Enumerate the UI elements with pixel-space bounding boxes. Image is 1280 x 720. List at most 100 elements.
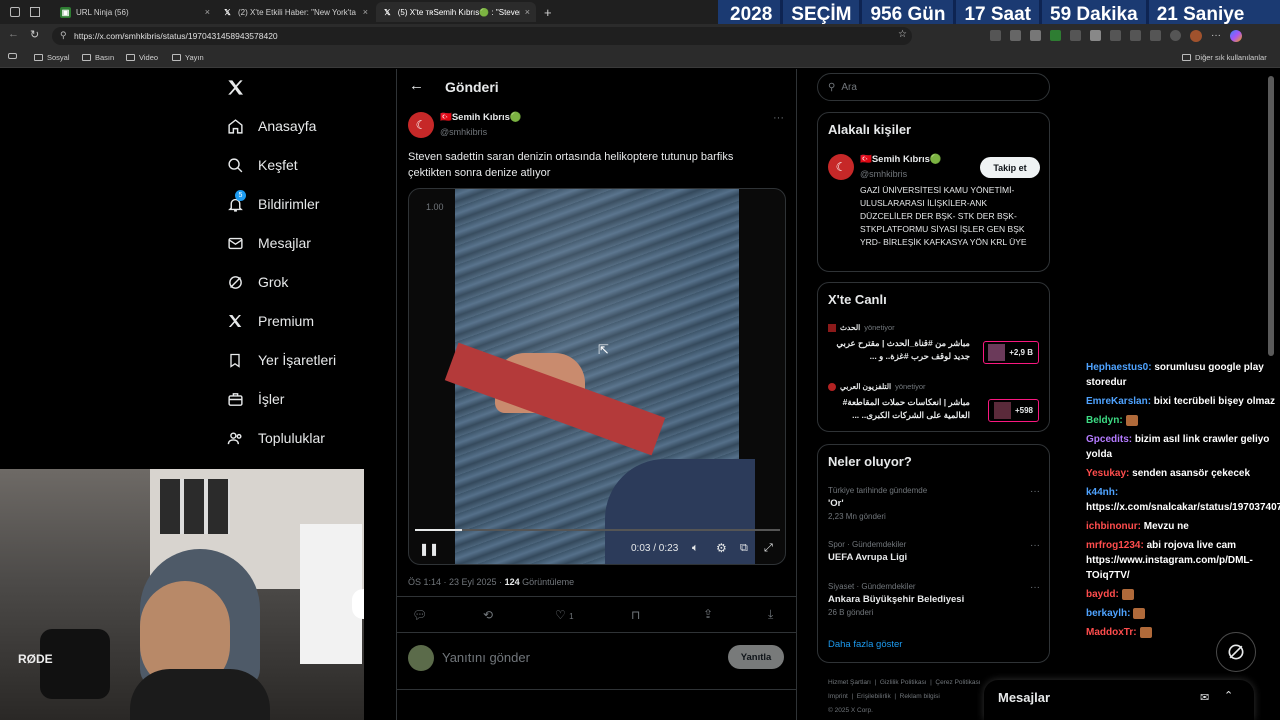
footer-link[interactable]: Imprint	[828, 693, 848, 700]
site-info-icon[interactable]: ⚲	[60, 30, 67, 41]
notification-badge: 5	[235, 190, 246, 201]
extension-icon[interactable]	[990, 30, 1001, 41]
more-options-icon[interactable]: ···	[773, 112, 784, 124]
extension-icon[interactable]	[1030, 30, 1041, 41]
trend-item[interactable]: Türkiye tarihinde gündemde 'Or' 2,23 Mn …	[828, 486, 1040, 521]
tab-x-etkili-haber[interactable]: 𝕏 (2) X'te Etkili Haber: "New York'ta ×	[216, 2, 374, 22]
reply-icon[interactable]: 💬︎	[412, 608, 427, 622]
footer-link[interactable]: Erişilebilirlik	[857, 693, 891, 700]
mini-player-icon[interactable]: ⧉	[740, 542, 748, 555]
page-scrollbar[interactable]	[1268, 76, 1274, 356]
post-timestamp: ÖS 1:14 · 23 Eyl 2025 ·	[408, 577, 505, 587]
tab-url-ninja[interactable]: ▣ URL Ninja (56) ×	[54, 2, 216, 22]
live-item[interactable]: التلفزيون العربي yönetiyor مباشر | انعكا…	[828, 382, 978, 422]
nav-jobs[interactable]: İşler	[226, 390, 284, 408]
trend-item[interactable]: Siyaset · Gündemdekiler Ankara Büyükşehi…	[828, 582, 1040, 617]
bookmark-label: Basın	[95, 53, 115, 62]
close-icon[interactable]: ×	[525, 7, 530, 17]
like-button[interactable]: ♡ 1	[555, 608, 574, 622]
nav-grok[interactable]: Grok	[226, 273, 288, 291]
related-name[interactable]: 🇹🇷Semih Kıbrıs🟢	[860, 154, 942, 165]
bookmark-folder[interactable]: Video	[126, 53, 158, 62]
tab-actions-icon[interactable]	[30, 7, 40, 17]
related-handle[interactable]: @smhkibris	[860, 169, 907, 179]
nav-bookmarks[interactable]: Yer İşaretleri	[226, 351, 336, 369]
reply-button[interactable]: Yanıtla	[728, 645, 784, 669]
x-logo-home-link[interactable]	[226, 78, 245, 102]
copilot-icon[interactable]	[1230, 30, 1242, 42]
tab-title: URL Ninja (56)	[76, 7, 129, 17]
nav-label: Mesajlar	[258, 235, 311, 251]
live-listener-count[interactable]: +598	[988, 399, 1039, 422]
search-input[interactable]: ⚲ Ara	[817, 73, 1050, 101]
video-player[interactable]: 1.00 ⇱ ❚❚ 0:03 / 0:23 🔈︎ ⚙ ⧉ ⤢	[408, 188, 786, 565]
fullscreen-icon[interactable]: ⤢	[764, 542, 773, 555]
new-tab-button[interactable]: +	[538, 2, 558, 22]
nav-communities[interactable]: Topluluklar	[226, 429, 325, 447]
favorites-icon[interactable]	[1130, 30, 1141, 41]
settings-menu-icon[interactable]: ···	[1211, 30, 1221, 42]
bookmark-folder[interactable]: Yayın	[172, 53, 204, 62]
settings-gear-icon[interactable]: ⚙	[716, 541, 727, 555]
nav-home[interactable]: Anasayfa	[226, 117, 316, 135]
chat-message: berkaylh:	[1086, 606, 1280, 621]
nav-messages[interactable]: Mesajlar	[226, 234, 311, 252]
extension-icon[interactable]	[1090, 30, 1101, 41]
footer-link[interactable]: Hizmet Şartları	[828, 679, 871, 686]
avatar[interactable]: ☾	[408, 112, 434, 138]
extension-icon[interactable]	[1110, 30, 1121, 41]
chat-emote-icon	[1121, 588, 1134, 600]
more-options-icon[interactable]: ···	[1030, 486, 1040, 497]
back-icon[interactable]: ←	[8, 28, 19, 40]
bookmarks-toggle-icon[interactable]	[8, 53, 17, 59]
copyright: © 2025 X Corp.	[828, 707, 873, 714]
repost-icon[interactable]: ⟲	[483, 608, 493, 622]
tab-x-semih-kibris[interactable]: 𝕏 (5) X'te ᴛʀSemih Kıbrıs🟢 : "Steven ×	[376, 2, 536, 22]
url-field[interactable]: ⚲ https://x.com/smhkibris/status/1970431…	[52, 27, 912, 45]
footer-link[interactable]: Çerez Politikası	[935, 679, 980, 686]
extension-icon[interactable]	[1010, 30, 1021, 41]
playback-speed[interactable]: 1.00	[426, 202, 444, 212]
footer-link[interactable]: Gizlilik Politikası	[880, 679, 927, 686]
avatar[interactable]	[1190, 30, 1202, 42]
author-handle[interactable]: @smhkibris	[440, 127, 487, 137]
bookmark-icon[interactable]: ⊓	[631, 608, 640, 622]
microphone-brand-logo: RØDE	[18, 652, 53, 666]
extension-icon[interactable]	[1050, 30, 1061, 41]
nav-explore[interactable]: Keşfet	[226, 156, 298, 174]
reload-icon[interactable]: ↻	[30, 28, 39, 41]
view-count: 124	[504, 577, 520, 587]
extension-icon[interactable]	[1070, 30, 1081, 41]
other-bookmarks-folder[interactable]: Diğer sık kullanılanlar	[1182, 53, 1267, 62]
collections-icon[interactable]	[1150, 30, 1161, 41]
close-icon[interactable]: ×	[363, 7, 368, 17]
chat-message: EmreKarslan: bixi tecrübeli bişey olmaz	[1086, 394, 1280, 409]
browser-essentials-icon[interactable]	[1170, 30, 1181, 41]
share-icon[interactable]: ⇪	[703, 607, 713, 621]
footer-link[interactable]: Reklam bilgisi	[900, 693, 940, 700]
author-name[interactable]: 🇹🇷Semih Kıbrıs🟢	[440, 112, 522, 123]
favorite-star-icon[interactable]: ☆	[898, 29, 907, 40]
pause-icon[interactable]: ❚❚	[419, 542, 439, 556]
trend-item[interactable]: Spor · Gündemdekiler UEFA Avrupa Ligi ··…	[828, 540, 1040, 563]
download-icon[interactable]: ⤓	[768, 607, 773, 622]
back-button[interactable]: ←	[409, 77, 424, 94]
volume-icon[interactable]: 🔈︎	[692, 542, 699, 555]
more-options-icon[interactable]: ···	[1030, 582, 1040, 593]
bookmark-folder[interactable]: Basın	[82, 53, 114, 62]
live-listener-count[interactable]: +2,9 B	[983, 341, 1039, 364]
reply-input[interactable]: Yanıtını gönder	[442, 650, 530, 665]
live-item[interactable]: الحدث yönetiyor مباشر من #قناة_الحدث | م…	[828, 323, 978, 363]
nav-premium[interactable]: Premium	[226, 312, 314, 330]
show-more-link[interactable]: Daha fazla göster	[828, 639, 902, 650]
bookmark-folder[interactable]: Sosyal	[34, 53, 70, 62]
video-progress-track[interactable]	[415, 529, 780, 531]
avatar[interactable]: ☾	[828, 154, 854, 180]
follow-button[interactable]: Takip et	[980, 157, 1040, 178]
trend-name: 'Or'	[828, 498, 844, 509]
workspaces-icon[interactable]	[10, 7, 20, 17]
more-options-icon[interactable]: ···	[1030, 540, 1040, 551]
trend-meta: Spor · Gündemdekiler	[828, 540, 907, 549]
close-icon[interactable]: ×	[205, 7, 210, 17]
nav-notifications[interactable]: 5 Bildirimler	[226, 190, 319, 213]
